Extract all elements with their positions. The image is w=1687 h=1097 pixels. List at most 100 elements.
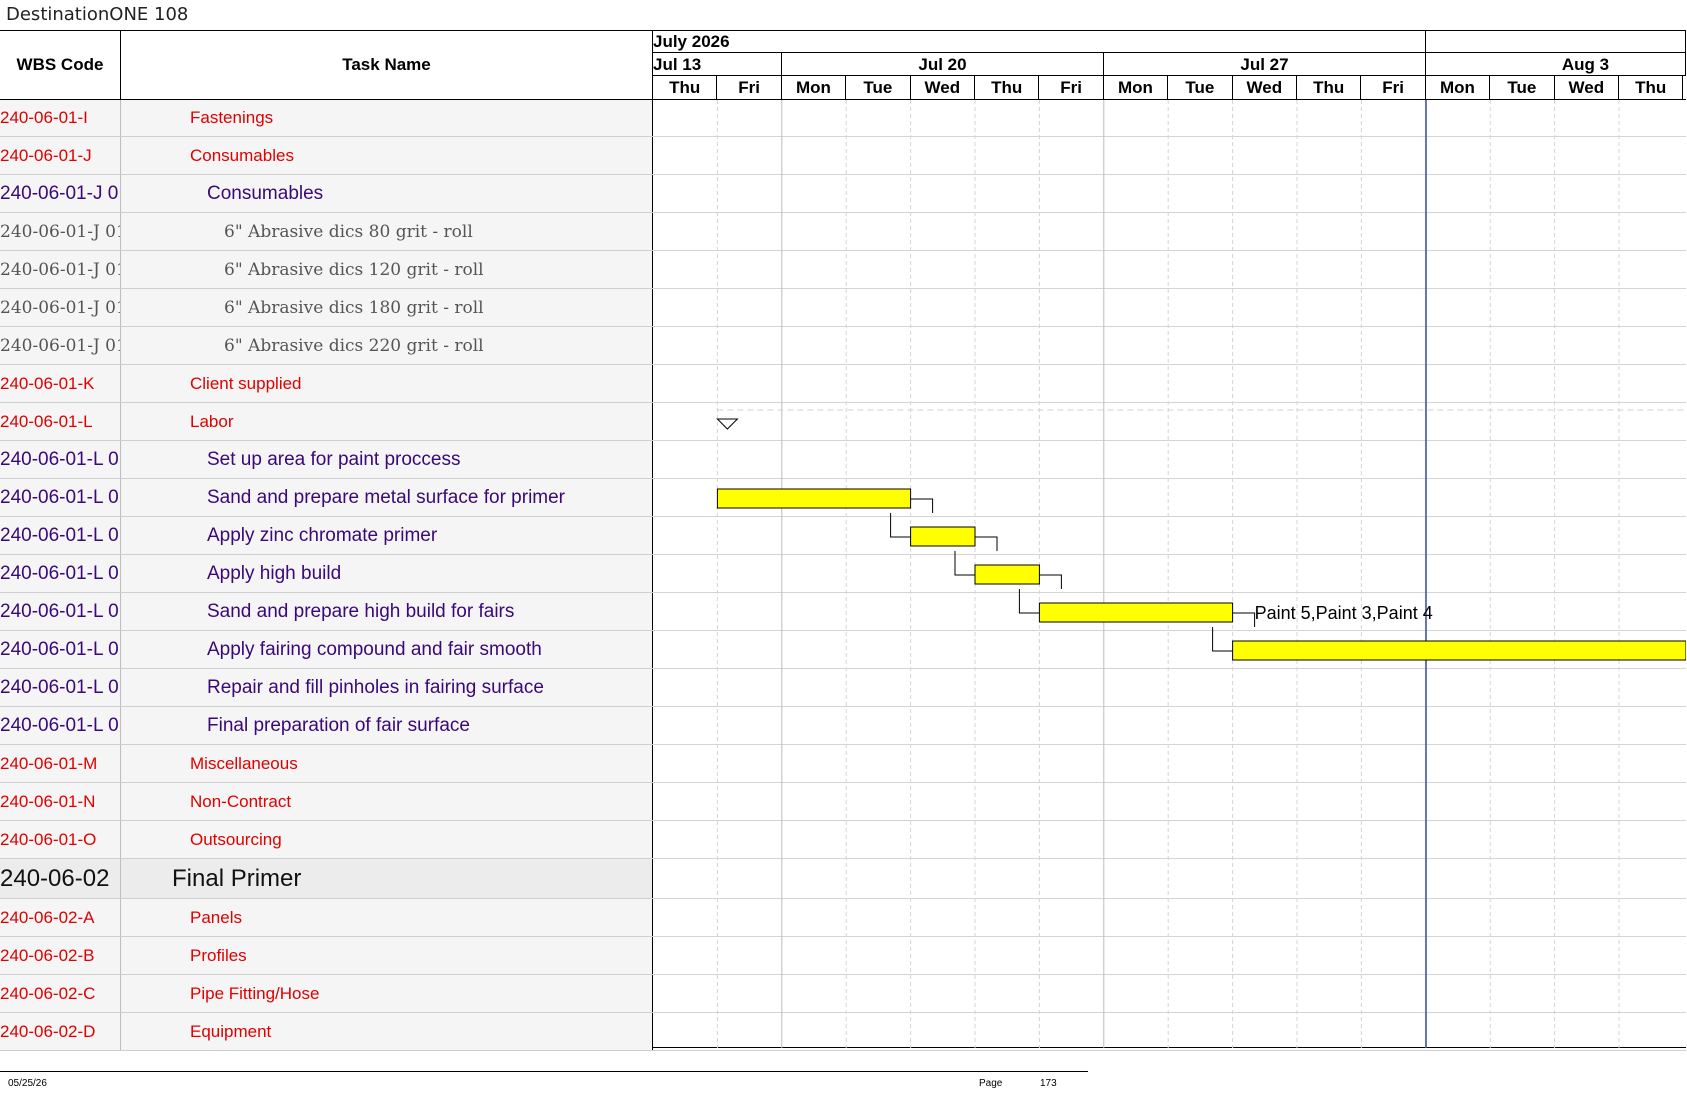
task-name-cell[interactable]: Client supplied [121, 365, 653, 402]
task-name: Final Primer [172, 864, 302, 892]
footer-date: 05/25/26 [8, 1078, 47, 1089]
timeline-day: Wed [1555, 76, 1619, 99]
wbs-code: 240-06-01-N [0, 791, 96, 811]
column-header-task[interactable]: Task Name [121, 31, 653, 99]
task-name-cell[interactable]: Sand and prepare metal surface for prime… [121, 479, 653, 516]
wbs-code-cell[interactable]: 240-06-01-N [0, 783, 121, 820]
wbs-code-cell[interactable]: 240-06-01-L 0 [0, 631, 121, 668]
task-name-cell[interactable]: Non-Contract [121, 783, 653, 820]
task-name: Sand and prepare metal surface for prime… [207, 486, 566, 508]
app-title: DestinationONE 108 [6, 4, 189, 25]
wbs-code: 240-06-01-L 0 [0, 486, 119, 508]
wbs-code-cell[interactable]: 240-06-01-J [0, 137, 121, 174]
task-name-cell[interactable]: Fastenings [121, 100, 653, 136]
wbs-code: 240-06-01-J 01 [0, 221, 121, 242]
task-name-cell[interactable]: Labor [121, 403, 653, 440]
wbs-code-cell[interactable]: 240-06-01-J 01 [0, 251, 121, 288]
wbs-code-cell[interactable]: 240-06-01-J 0 [0, 175, 121, 212]
wbs-code-cell[interactable]: 240-06-01-L 0 [0, 479, 121, 516]
footer-page-label: Page [979, 1078, 1003, 1089]
wbs-code: 240-06-01-J 01 [0, 259, 121, 280]
wbs-code-cell[interactable]: 240-06-01-L 0 [0, 517, 121, 554]
timeline-day: Thu [653, 76, 718, 99]
wbs-code-cell[interactable]: 240-06-01-J 01 [0, 327, 121, 364]
task-name-cell[interactable]: 6" Abrasive dics 180 grit - roll [121, 289, 653, 326]
wbs-code-cell[interactable]: 240-06-01-J 01 [0, 289, 121, 326]
timeline-header: July 2026 Jul 13 Jul 20 Jul 27 Aug 3 Thu… [653, 31, 1686, 99]
wbs-code-cell[interactable]: 240-06-02-A [0, 899, 121, 936]
task-name-cell[interactable]: Final Primer [121, 859, 653, 898]
task-name-cell[interactable]: Sand and prepare high build for fairs [121, 593, 653, 630]
task-name-cell[interactable]: Apply high build [121, 555, 653, 592]
task-name: Repair and fill pinholes in fairing surf… [207, 676, 544, 698]
wbs-code-cell[interactable]: 240-06-01-K [0, 365, 121, 402]
wbs-code-cell[interactable]: 240-06-01-L 0 [0, 707, 121, 744]
task-name-cell[interactable]: Apply zinc chromate primer [121, 517, 653, 554]
task-name-cell[interactable]: Profiles [121, 937, 653, 974]
task-name: Apply high build [207, 562, 342, 584]
task-name-cell[interactable]: Final preparation of fair surface [121, 707, 653, 744]
task-name-cell[interactable]: Consumables [121, 175, 653, 212]
wbs-code-cell[interactable]: 240-06-02 [0, 859, 121, 898]
task-name-cell[interactable]: 6" Abrasive dics 220 grit - roll [121, 327, 653, 364]
task-name: Sand and prepare high build for fairs [207, 600, 515, 622]
wbs-code: 240-06-01-J [0, 145, 92, 165]
task-name: Non-Contract [190, 791, 292, 811]
task-name: Apply zinc chromate primer [207, 524, 438, 546]
wbs-code: 240-06-02-C [0, 983, 96, 1003]
task-bar [1232, 640, 1686, 661]
wbs-code-cell[interactable]: 240-06-01-L 0 [0, 555, 121, 592]
task-bar [910, 526, 976, 547]
footer-page-number: 173 [1040, 1078, 1057, 1089]
timeline-week: Jul 27 [1104, 53, 1426, 76]
timeline-day: Thu [975, 76, 1040, 99]
wbs-code-cell[interactable]: 240-06-02-B [0, 937, 121, 974]
task-name-cell[interactable]: Equipment [121, 1013, 653, 1050]
task-name: 6" Abrasive dics 80 grit - roll [224, 221, 473, 242]
task-name-cell[interactable]: Outsourcing [121, 821, 653, 858]
wbs-code: 240-06-01-M [0, 753, 98, 773]
timeline-day: Wed [911, 76, 975, 99]
task-name-cell[interactable]: Consumables [121, 137, 653, 174]
task-name: Consumables [190, 145, 294, 165]
timeline-day: Tue [1168, 76, 1233, 99]
wbs-code-cell[interactable]: 240-06-01-I [0, 100, 121, 136]
task-name: Pipe Fitting/Hose [190, 983, 320, 1003]
wbs-code-cell[interactable]: 240-06-01-L 0 [0, 441, 121, 478]
wbs-code-cell[interactable]: 240-06-01-L 0 [0, 593, 121, 630]
task-name-cell[interactable]: Apply fairing compound and fair smooth [121, 631, 653, 668]
wbs-code: 240-06-01-J 0 [0, 182, 119, 204]
timeline-day: Fri [1361, 76, 1426, 99]
task-name: Fastenings [190, 108, 274, 127]
wbs-code-cell[interactable]: 240-06-01-O [0, 821, 121, 858]
task-name-cell[interactable]: 6" Abrasive dics 120 grit - roll [121, 251, 653, 288]
wbs-code-cell[interactable]: 240-06-01-L 0 [0, 669, 121, 706]
task-name-cell[interactable]: Panels [121, 899, 653, 936]
wbs-code: 240-06-01-I [0, 108, 88, 127]
task-name: Client supplied [190, 373, 302, 393]
task-name-cell[interactable]: Pipe Fitting/Hose [121, 975, 653, 1012]
timeline-day: Fri [1039, 76, 1104, 99]
task-bar [974, 564, 1040, 585]
task-name: Consumables [207, 182, 324, 204]
task-name-cell[interactable]: Repair and fill pinholes in fairing surf… [121, 669, 653, 706]
task-name: 6" Abrasive dics 120 grit - roll [224, 259, 484, 280]
wbs-code-cell[interactable]: 240-06-02-D [0, 1013, 121, 1050]
wbs-code: 240-06-02-D [0, 1021, 96, 1041]
column-header-wbs[interactable]: WBS Code [0, 31, 121, 99]
wbs-code-cell[interactable]: 240-06-01-L [0, 403, 121, 440]
wbs-code: 240-06-01-L 0 [0, 448, 119, 470]
task-bar [1038, 602, 1234, 623]
timeline-day: Thu [1619, 76, 1684, 99]
task-name: Apply fairing compound and fair smooth [207, 638, 542, 660]
task-name-cell[interactable]: Miscellaneous [121, 745, 653, 782]
task-name-cell[interactable]: Set up area for paint proccess [121, 441, 653, 478]
task-name: Labor [190, 411, 234, 431]
task-name-cell[interactable]: 6" Abrasive dics 80 grit - roll [121, 213, 653, 250]
wbs-code-cell[interactable]: 240-06-02-C [0, 975, 121, 1012]
wbs-code-cell[interactable]: 240-06-01-M [0, 745, 121, 782]
wbs-code: 240-06-01-L [0, 411, 93, 431]
timeline-day: Wed [1233, 76, 1297, 99]
wbs-code-cell[interactable]: 240-06-01-J 01 [0, 213, 121, 250]
timeline-week: Aug 3 [1426, 53, 1686, 76]
